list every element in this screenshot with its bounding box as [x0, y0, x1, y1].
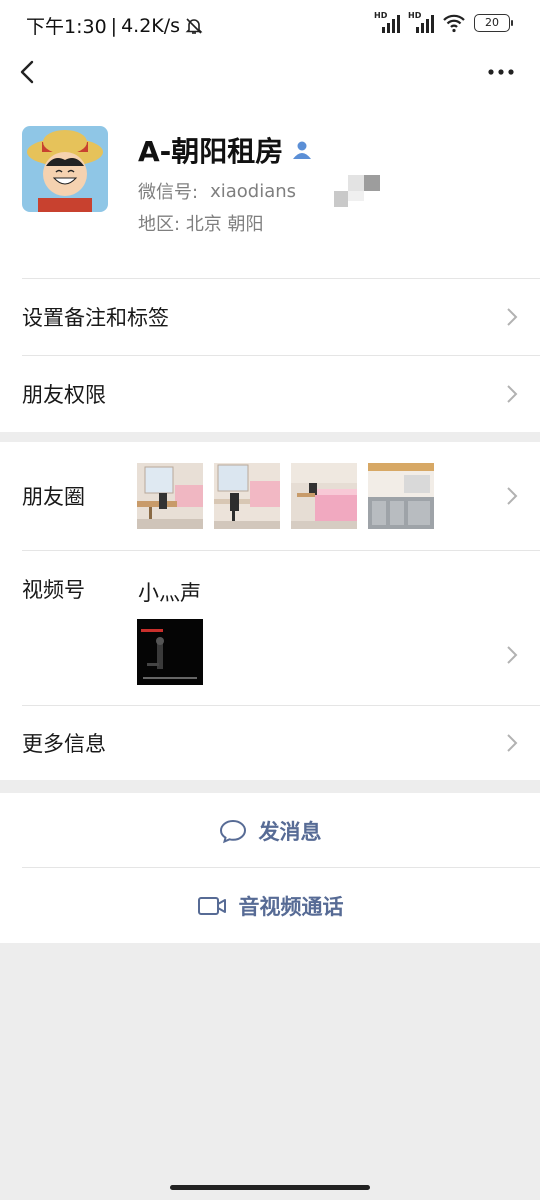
chevron-right-icon	[507, 487, 518, 505]
more-options-icon[interactable]	[486, 60, 516, 84]
channels-video-thumbnail	[137, 619, 203, 685]
settings-group: 设置备注和标签 朋友权限	[0, 278, 540, 432]
remark-tags-row[interactable]: 设置备注和标签	[0, 279, 540, 355]
info-group: 朋友圈 视频号 小灬声 更多信息	[0, 442, 540, 780]
send-message-button[interactable]: 发消息	[0, 793, 540, 868]
nav-bar	[0, 48, 540, 98]
region-label: 地区:	[138, 214, 181, 235]
status-time: 下午1:30	[26, 16, 107, 38]
moments-photo	[368, 463, 434, 529]
avatar[interactable]	[22, 126, 108, 212]
person-badge-icon	[293, 141, 312, 159]
moments-photo	[137, 463, 203, 529]
status-left: 下午1:30 | 4.2K/s	[26, 12, 204, 39]
status-separator: |	[110, 14, 118, 37]
signal-icon: HD	[374, 11, 400, 33]
bell-muted-icon	[185, 17, 203, 34]
video-camera-icon	[197, 896, 226, 915]
moments-label: 朋友圈	[22, 485, 85, 509]
status-right: HD HD 20	[374, 11, 513, 33]
friend-permissions-label: 朋友权限	[22, 383, 106, 407]
wechat-id-label: 微信号:	[138, 182, 199, 203]
signal-icon-2: HD	[408, 11, 434, 33]
battery-icon: 20	[474, 14, 513, 32]
profile-header: A-朝阳租房 微信号: xiaodians 地区: 北京 朝阳	[0, 98, 540, 278]
moments-thumbnails	[137, 463, 434, 529]
channels-label: 视频号	[22, 578, 85, 602]
friend-permissions-row[interactable]: 朋友权限	[0, 356, 540, 432]
wifi-icon	[443, 14, 465, 33]
home-indicator[interactable]	[170, 1185, 370, 1190]
wechat-id-value: xiaodians	[210, 180, 297, 202]
moments-photo	[214, 463, 280, 529]
contact-name: A-朝阳租房	[138, 135, 284, 168]
network-speed: 4.2K/s	[121, 14, 181, 37]
more-info-row[interactable]: 更多信息	[0, 706, 540, 780]
chat-bubble-icon	[219, 819, 246, 843]
name-row: A-朝阳租房	[138, 130, 313, 170]
send-message-label: 发消息	[258, 819, 322, 844]
remark-tags-label: 设置备注和标签	[22, 306, 169, 330]
video-call-button[interactable]: 音视频通话	[0, 868, 540, 943]
channels-row[interactable]: 视频号 小灬声	[0, 551, 540, 705]
chevron-right-icon	[507, 308, 518, 326]
region-value: 北京 朝阳	[185, 214, 264, 235]
wechat-id-row: 微信号: xiaodians	[138, 178, 296, 204]
video-call-label: 音视频通话	[238, 894, 344, 919]
mosaic-redaction	[334, 175, 380, 207]
region-row: 地区: 北京 朝阳	[138, 210, 264, 236]
moments-photo	[291, 463, 357, 529]
chevron-right-icon	[507, 646, 518, 664]
chevron-right-icon	[507, 385, 518, 403]
back-arrow-icon[interactable]	[16, 58, 40, 86]
channels-account-name: 小灬声	[138, 581, 201, 605]
chevron-right-icon	[507, 734, 518, 752]
moments-row[interactable]: 朋友圈	[0, 442, 540, 550]
status-bar: 下午1:30 | 4.2K/s HD HD 20	[0, 0, 540, 48]
more-info-label: 更多信息	[22, 732, 106, 756]
